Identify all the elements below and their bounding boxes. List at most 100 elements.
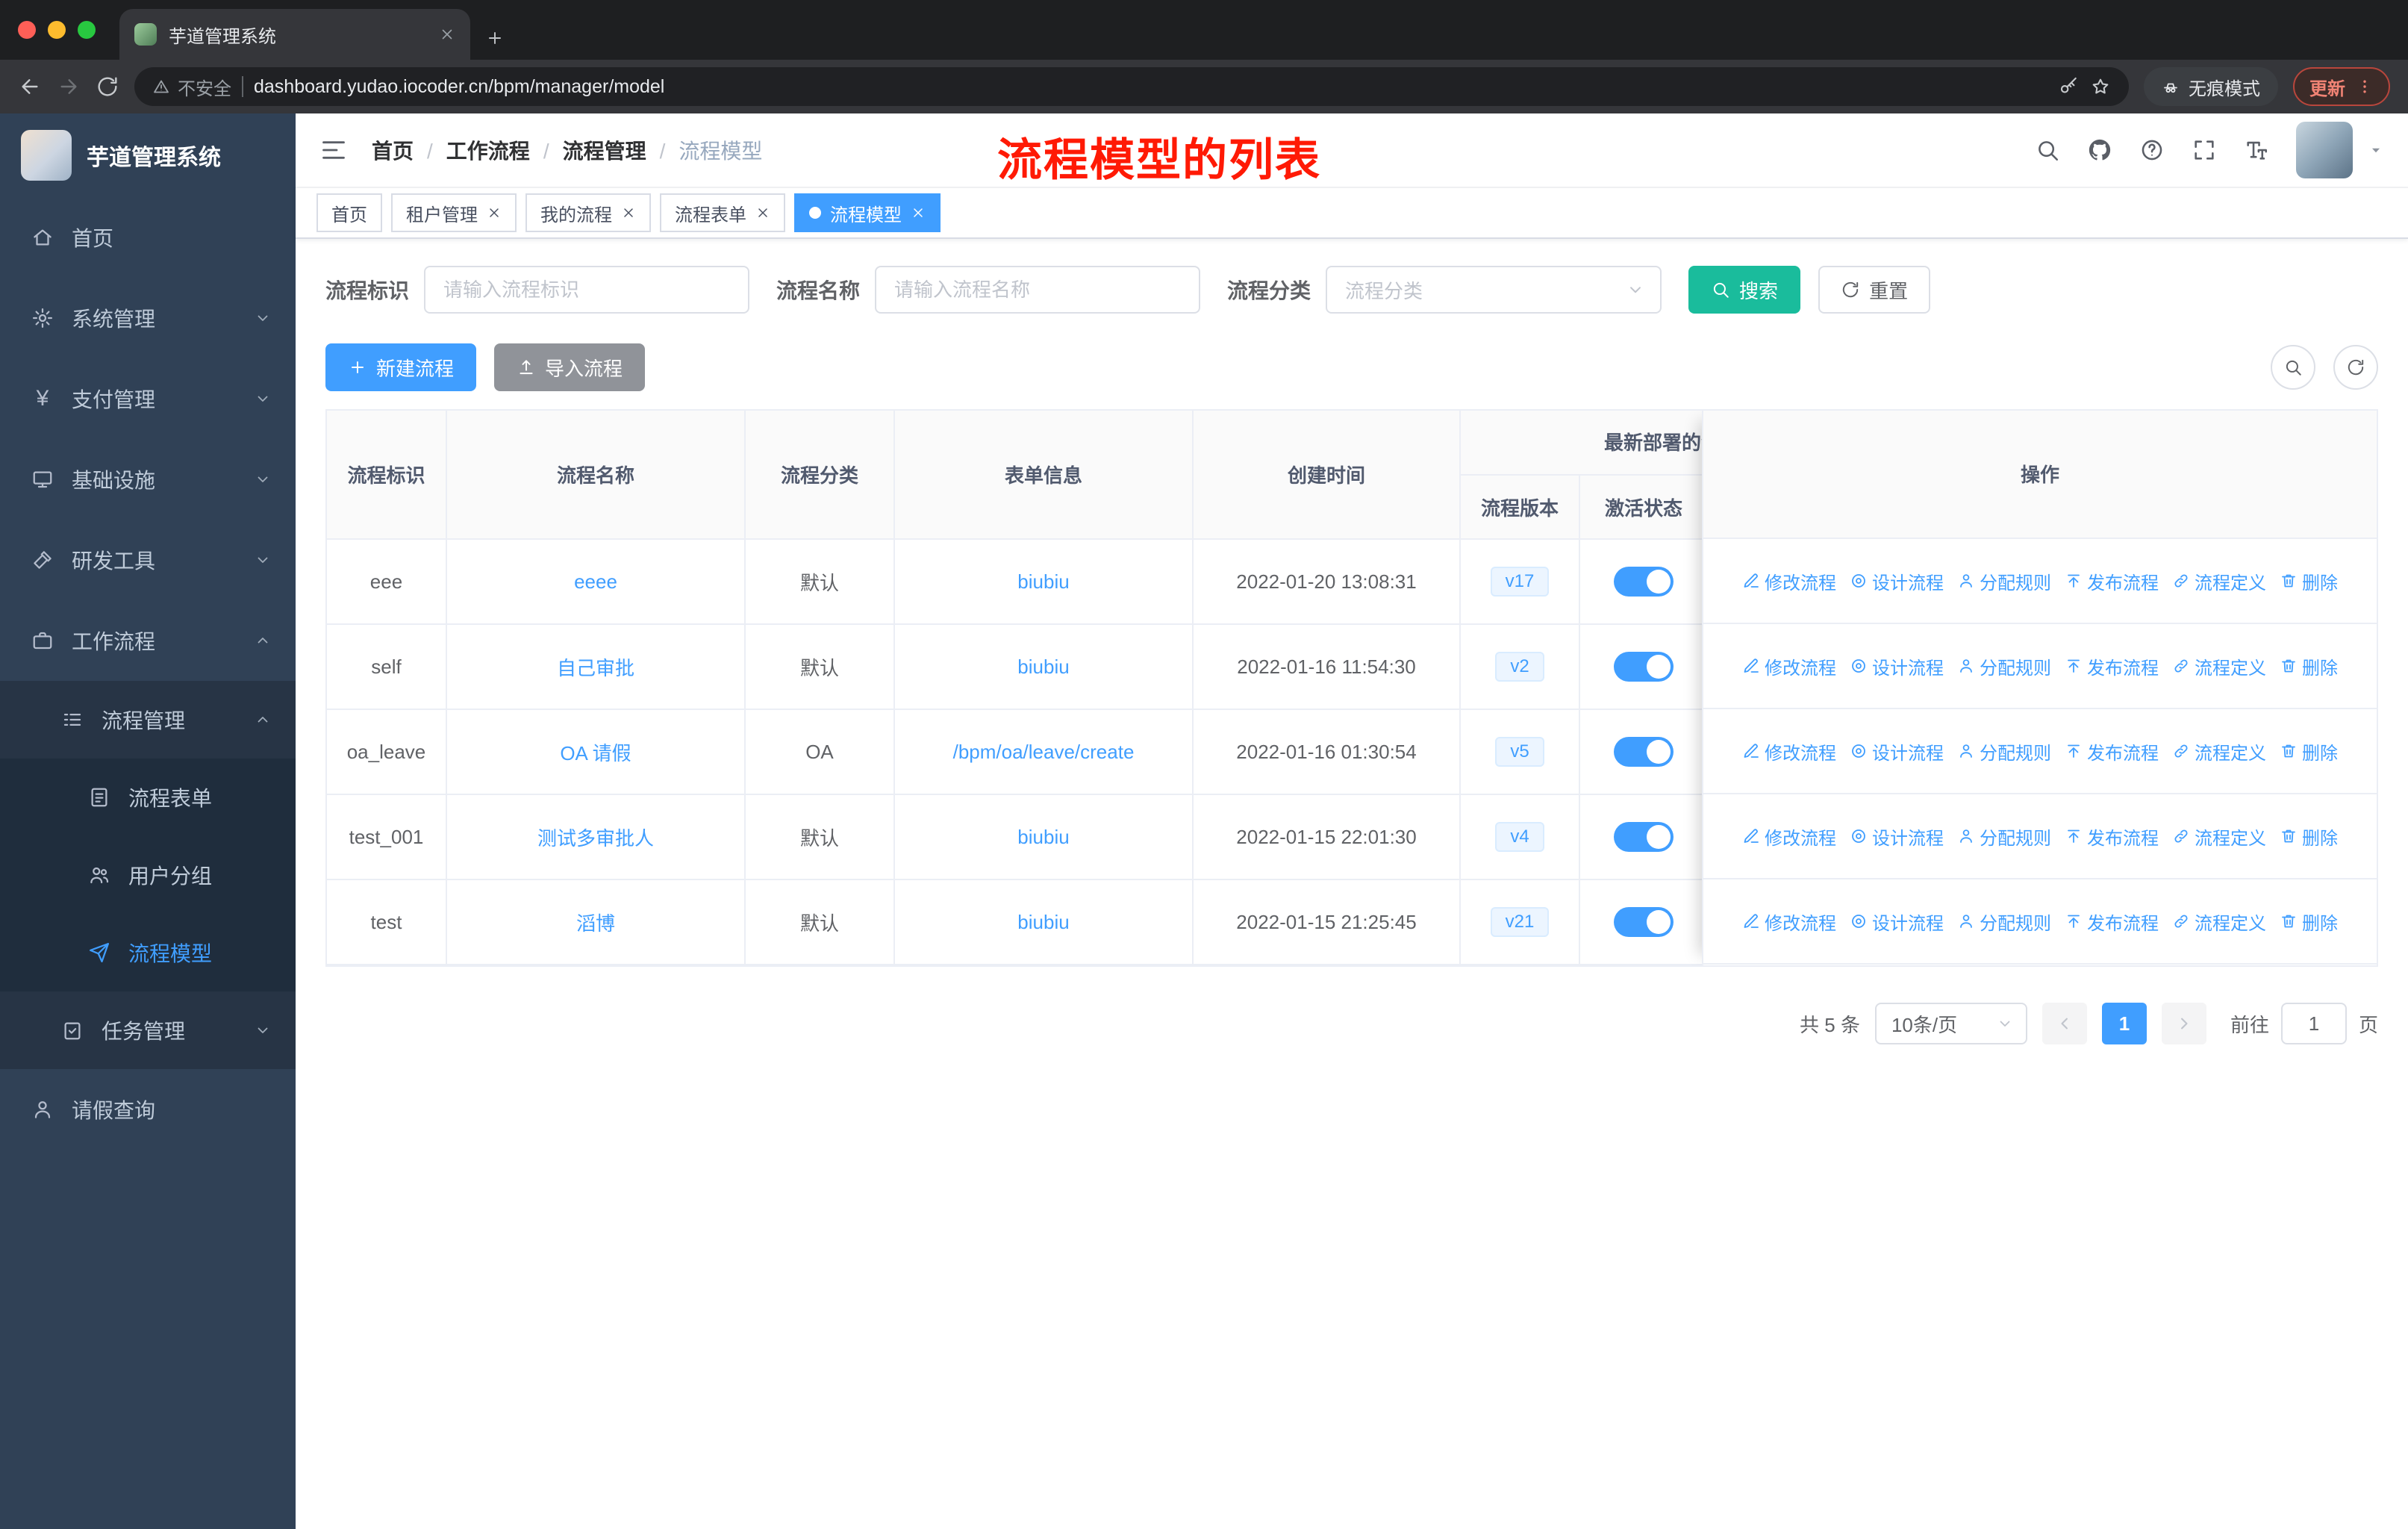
sidebar-item-home[interactable]: 首页 — [0, 197, 296, 278]
action-assign[interactable]: 分配规则 — [1957, 568, 2051, 594]
action-modify[interactable]: 修改流程 — [1742, 568, 1836, 594]
browser-tab[interactable]: 芋道管理系统 — [119, 9, 470, 60]
category-select[interactable]: 流程分类 — [1326, 266, 1662, 314]
forward-icon[interactable] — [57, 75, 81, 99]
sidebar-item-infra[interactable]: 基础设施 — [0, 439, 296, 520]
action-assign[interactable]: 分配规则 — [1957, 738, 2051, 764]
action-definition[interactable]: 流程定义 — [2172, 653, 2266, 679]
active-toggle[interactable] — [1614, 567, 1674, 597]
tag-流程模型[interactable]: 流程模型 — [794, 193, 941, 232]
action-definition[interactable]: 流程定义 — [2172, 823, 2266, 850]
create-process-button[interactable]: 新建流程 — [325, 343, 477, 391]
sidebar-item-list[interactable]: 流程管理 — [0, 681, 296, 759]
avatar-caret-icon[interactable] — [2368, 142, 2384, 158]
action-publish[interactable]: 发布流程 — [2065, 653, 2159, 679]
active-toggle[interactable] — [1614, 652, 1674, 682]
page-number-1[interactable]: 1 — [2101, 1003, 2147, 1044]
action-modify[interactable]: 修改流程 — [1742, 823, 1836, 850]
action-design[interactable]: 设计流程 — [1850, 653, 1944, 679]
action-modify[interactable]: 修改流程 — [1742, 909, 1836, 935]
maximize-window-button[interactable] — [78, 21, 96, 39]
tag-close-icon[interactable] — [621, 205, 636, 220]
sidebar-item-form[interactable]: 流程表单 — [0, 759, 296, 836]
sidebar-item-tool[interactable]: 研发工具 — [0, 520, 296, 600]
new-tab-button[interactable] — [485, 28, 505, 48]
active-toggle[interactable] — [1614, 822, 1674, 852]
sidebar-item-users[interactable]: 用户分组 — [0, 836, 296, 914]
form-info-link[interactable]: biubiu — [1017, 655, 1069, 678]
close-window-button[interactable] — [18, 21, 36, 39]
action-delete[interactable]: 删除 — [2280, 909, 2338, 935]
bookmark-star-icon[interactable] — [2090, 76, 2111, 97]
action-modify[interactable]: 修改流程 — [1742, 738, 1836, 764]
process-key-input[interactable] — [424, 266, 750, 314]
help-icon[interactable] — [2139, 137, 2165, 163]
action-publish[interactable]: 发布流程 — [2065, 823, 2159, 850]
action-delete[interactable]: 删除 — [2280, 653, 2338, 679]
action-publish[interactable]: 发布流程 — [2065, 738, 2159, 764]
form-info-link[interactable]: biubiu — [1017, 826, 1069, 848]
sidebar-item-yen[interactable]: ¥ 支付管理 — [0, 358, 296, 439]
process-name-link[interactable]: 自己审批 — [557, 657, 634, 679]
sidebar-item-task[interactable]: 任务管理 — [0, 991, 296, 1069]
action-definition[interactable]: 流程定义 — [2172, 738, 2266, 764]
action-publish[interactable]: 发布流程 — [2065, 909, 2159, 935]
search-button[interactable]: 搜索 — [1688, 266, 1801, 314]
form-info-link[interactable]: biubiu — [1017, 570, 1069, 593]
action-delete[interactable]: 删除 — [2280, 568, 2338, 594]
sidebar-item-send[interactable]: 流程模型 — [0, 914, 296, 991]
action-definition[interactable]: 流程定义 — [2172, 568, 2266, 594]
sidebar-item-gear[interactable]: 系统管理 — [0, 278, 296, 358]
action-definition[interactable]: 流程定义 — [2172, 909, 2266, 935]
minimize-window-button[interactable] — [48, 21, 66, 39]
tag-首页[interactable]: 首页 — [316, 193, 382, 232]
active-toggle[interactable] — [1614, 737, 1674, 767]
sidebar-item-user[interactable]: 请假查询 — [0, 1069, 296, 1150]
url-bar[interactable]: 不安全 dashboard.yudao.iocoder.cn/bpm/manag… — [134, 67, 2129, 106]
github-icon[interactable] — [2087, 137, 2112, 163]
action-design[interactable]: 设计流程 — [1850, 738, 1944, 764]
reset-button[interactable]: 重置 — [1818, 266, 1931, 314]
action-delete[interactable]: 删除 — [2280, 738, 2338, 764]
fullscreen-icon[interactable] — [2192, 137, 2217, 163]
reload-icon[interactable] — [96, 75, 119, 99]
sidebar-collapse-icon[interactable] — [319, 136, 348, 164]
security-indicator[interactable]: 不安全 — [152, 74, 231, 100]
breadcrumb-item[interactable]: 流程管理 — [530, 135, 646, 165]
tab-close-icon[interactable] — [439, 26, 455, 43]
font-size-icon[interactable] — [2244, 137, 2269, 163]
action-design[interactable]: 设计流程 — [1850, 568, 1944, 594]
tag-close-icon[interactable] — [911, 205, 926, 220]
action-assign[interactable]: 分配规则 — [1957, 823, 2051, 850]
password-key-icon[interactable] — [2059, 76, 2080, 97]
import-process-button[interactable]: 导入流程 — [494, 343, 646, 391]
process-name-input[interactable] — [875, 266, 1201, 314]
goto-page-input[interactable] — [2280, 1003, 2347, 1044]
process-name-link[interactable]: 滔博 — [576, 912, 615, 935]
search-icon[interactable] — [2035, 137, 2060, 163]
form-info-link[interactable]: /bpm/oa/leave/create — [953, 741, 1135, 763]
tag-流程表单[interactable]: 流程表单 — [660, 193, 785, 232]
breadcrumb-item[interactable]: 首页 — [372, 135, 414, 165]
prev-page-button[interactable] — [2042, 1003, 2087, 1044]
next-page-button[interactable] — [2161, 1003, 2206, 1044]
action-modify[interactable]: 修改流程 — [1742, 653, 1836, 679]
tag-close-icon[interactable] — [755, 205, 770, 220]
active-toggle[interactable] — [1614, 907, 1674, 937]
process-name-link[interactable]: 测试多审批人 — [537, 827, 654, 850]
action-assign[interactable]: 分配规则 — [1957, 909, 2051, 935]
process-name-link[interactable]: OA 请假 — [560, 742, 631, 764]
tag-我的流程[interactable]: 我的流程 — [525, 193, 651, 232]
action-design[interactable]: 设计流程 — [1850, 823, 1944, 850]
tag-close-icon[interactable] — [487, 205, 502, 220]
action-delete[interactable]: 删除 — [2280, 823, 2338, 850]
form-info-link[interactable]: biubiu — [1017, 911, 1069, 933]
browser-menu-icon[interactable] — [2356, 78, 2374, 96]
back-icon[interactable] — [18, 75, 42, 99]
user-avatar[interactable] — [2296, 122, 2353, 178]
toggle-search-button[interactable] — [2271, 345, 2315, 390]
action-publish[interactable]: 发布流程 — [2065, 568, 2159, 594]
refresh-table-button[interactable] — [2333, 345, 2378, 390]
sidebar-item-briefcase[interactable]: 工作流程 — [0, 600, 296, 681]
update-button[interactable]: 更新 — [2293, 67, 2390, 106]
